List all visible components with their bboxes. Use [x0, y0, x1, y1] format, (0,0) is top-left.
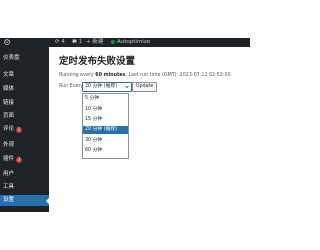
menu-item-label: 页面 — [3, 113, 15, 119]
comments-badge: 1 — [16, 127, 22, 133]
plugins-badge: 3 — [16, 157, 22, 163]
interval-dropdown-list: 5 分钟 10 分钟 15 分钟 20 分钟 (推荐) 30 分钟 60 分钟 — [82, 93, 129, 159]
comment-bubble-icon — [72, 39, 79, 45]
menu-item-posts[interactable]: 文章 — [0, 70, 49, 81]
comments-count: 1 — [78, 39, 83, 45]
update-button[interactable]: Update — [132, 82, 158, 92]
menu-item-users[interactable]: 用户 — [0, 169, 49, 180]
performance-button[interactable]: Autoptimize — [111, 38, 150, 47]
menu-item-plugins[interactable]: 插件 3 — [0, 154, 49, 165]
main-content: 定时发布失败设置 Running every 60 minutes. Last … — [49, 47, 250, 212]
admin-bar: W ⟳ 4 1 + 新建 Autoptimize — [0, 38, 250, 47]
menu-item-label: 文章 — [3, 72, 15, 78]
dropdown-option[interactable]: 15 分钟 — [83, 116, 128, 124]
menu-item-pages[interactable]: 页面 — [0, 111, 49, 122]
updates-button[interactable]: ⟳ 4 — [55, 38, 65, 47]
menu-item-label: 工具 — [3, 184, 15, 190]
menu-item-settings[interactable]: 设置 — [0, 195, 49, 206]
running-status-text: Running every 60 minutes. Last run time … — [59, 73, 231, 78]
menu-item-media[interactable]: 媒体 — [0, 84, 49, 95]
wordpress-logo-icon[interactable]: W — [4, 38, 10, 47]
menu-item-label: 外观 — [3, 142, 15, 148]
menu-item-links[interactable]: 链接 — [0, 98, 49, 109]
status-dot-icon — [111, 39, 115, 44]
dropdown-option-selected[interactable]: 20 分钟 (推荐) — [83, 126, 128, 134]
performance-label: Autoptimize — [117, 39, 151, 45]
menu-item-tools[interactable]: 工具 — [0, 182, 49, 193]
menu-item-dashboard[interactable]: 仪表盘 — [0, 53, 49, 64]
menu-item-label: 媒体 — [3, 86, 15, 92]
run-every-select[interactable]: 20 分钟 (推荐) — [82, 82, 132, 92]
menu-item-label: 评论 — [3, 126, 15, 132]
admin-sidebar: 仪表盘 文章 媒体 链接 页面 评论 1 外观 插件 3 用户 工具 设置 — [0, 47, 49, 212]
menu-item-appearance[interactable]: 外观 — [0, 140, 49, 151]
page-title: 定时发布失败设置 — [59, 56, 136, 67]
menu-item-label: 插件 — [3, 156, 15, 162]
menu-item-comments[interactable]: 评论 1 — [0, 124, 49, 135]
menu-item-label: 用户 — [3, 171, 15, 177]
menu-item-label: 仪表盘 — [3, 55, 20, 61]
dropdown-option[interactable]: 60 分钟 — [83, 147, 128, 155]
dropdown-option[interactable]: 5 分钟 — [83, 95, 128, 103]
comments-button[interactable]: 1 — [72, 38, 82, 47]
new-content-button[interactable]: + 新建 — [86, 38, 103, 47]
refresh-icon: ⟳ — [55, 39, 60, 45]
dropdown-option[interactable]: 10 分钟 — [83, 106, 128, 114]
selected-value: 20 分钟 (推荐) — [85, 84, 118, 89]
run-every-label: Run Every — [59, 84, 84, 89]
menu-item-label: 设置 — [3, 197, 15, 203]
menu-item-label: 链接 — [3, 100, 15, 106]
updates-count: 4 — [61, 39, 65, 45]
dropdown-option[interactable]: 30 分钟 — [83, 137, 128, 145]
